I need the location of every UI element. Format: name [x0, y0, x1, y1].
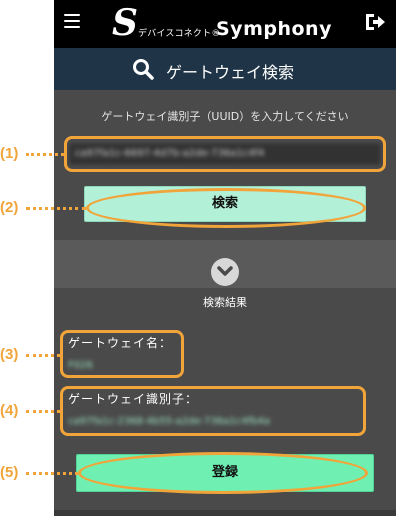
- page-title: ゲートウェイ検索: [166, 63, 295, 82]
- gateway-name-label: ゲートウェイ名：: [68, 336, 173, 350]
- bottom-strip: [54, 510, 396, 516]
- annotation-label-5: (5): [0, 464, 19, 481]
- annotation-label-4: (4): [0, 402, 19, 419]
- page-header: ゲートウェイ検索: [54, 48, 396, 90]
- logo-title: Symphony: [216, 18, 332, 40]
- leader-line-1: [26, 153, 64, 156]
- app-screen: S デバイスコネクト® Symphony ゲートウェイ検索 ゲートウェイ識別子（…: [54, 0, 396, 516]
- gateway-id-value: ca97fa1c-2368-4b55-a2de-736a1c4fb4a: [68, 416, 270, 427]
- search-button[interactable]: 検索: [84, 186, 366, 222]
- leader-line-5: [26, 472, 78, 475]
- gateway-id-label: ゲートウェイ識別子：: [68, 392, 199, 406]
- annotation-label-3: (3): [0, 346, 19, 363]
- results-panel: 検索結果 ゲートウェイ名： F026 ゲートウェイ識別子： ca97fa1c-2…: [54, 288, 396, 516]
- uuid-hint: ゲートウェイ識別子（UUID）を入力してください: [101, 110, 349, 123]
- gateway-name-value: F026: [68, 360, 93, 371]
- results-title: 検索結果: [203, 296, 247, 309]
- search-icon: [133, 59, 154, 80]
- annotation-label-1: (1): [0, 145, 19, 162]
- hamburger-icon[interactable]: [64, 14, 80, 28]
- logout-icon[interactable]: [364, 12, 386, 32]
- leader-line-3: [26, 354, 60, 357]
- annotation-label-2: (2): [0, 199, 19, 216]
- register-button[interactable]: 登録: [76, 454, 374, 492]
- leader-line-4: [26, 410, 60, 413]
- leader-line-2: [26, 207, 86, 210]
- search-panel: ゲートウェイ識別子（UUID）を入力してください ca97fa1c-6697-4…: [54, 90, 396, 240]
- top-bar: S デバイスコネクト® Symphony: [54, 0, 396, 48]
- logo-subtitle: デバイスコネクト®: [138, 29, 221, 39]
- app-logo: S デバイスコネクト® Symphony: [112, 2, 344, 44]
- chevron-down-icon[interactable]: [211, 258, 239, 286]
- uuid-input[interactable]: ca97fa1c-6697-4d7b-a2de-736a1c4f4: [68, 142, 382, 166]
- logo-mark: S: [112, 2, 138, 44]
